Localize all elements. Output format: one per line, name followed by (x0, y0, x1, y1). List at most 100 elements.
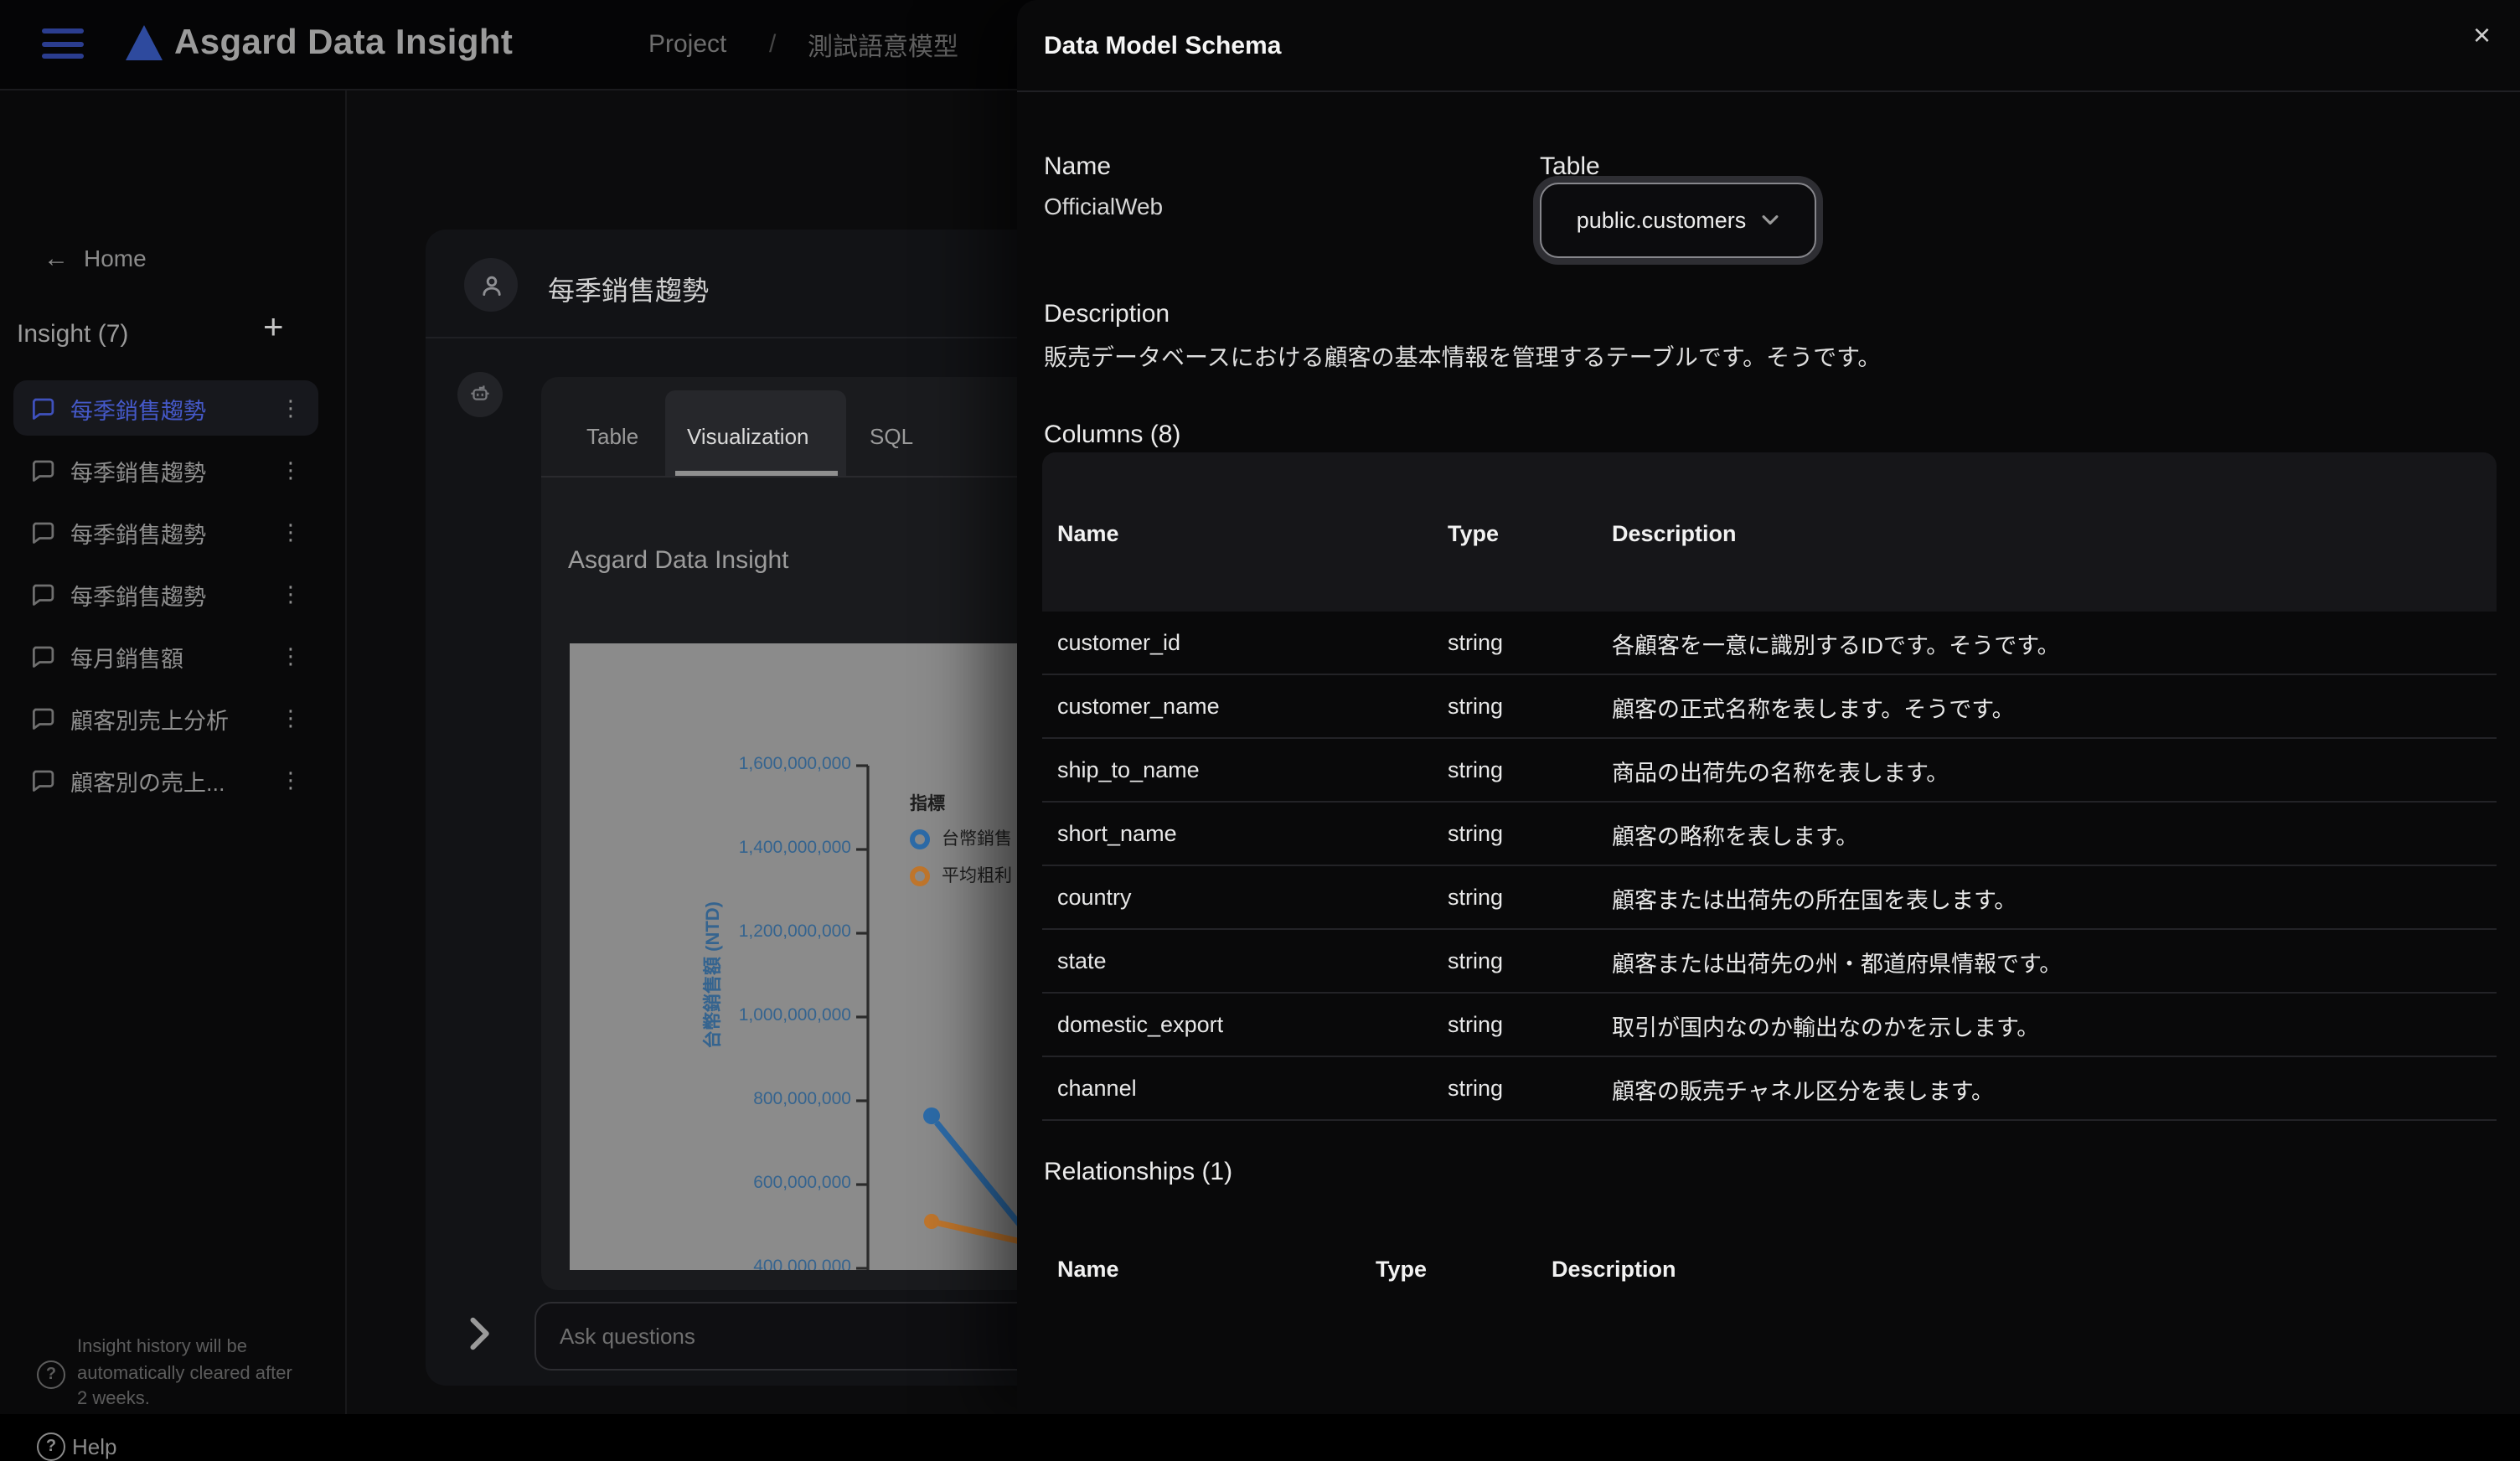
kebab-menu-icon[interactable]: ⋮ (280, 643, 302, 669)
cell-type: string (1448, 885, 1504, 910)
sidebar-item-label: 每季銷售趨勢 (70, 584, 206, 609)
active-tab-underline (675, 471, 838, 476)
table-select[interactable]: public.customers (1540, 183, 1816, 258)
chat-bubble-icon (30, 519, 55, 545)
thread-title: 每季銷售趨勢 (548, 278, 710, 307)
series-orange-point (924, 1214, 939, 1229)
name-field-value: OfficialWeb (1044, 193, 1164, 219)
legend-title: 指標 (910, 794, 945, 814)
rel-header-description: Description (1552, 1257, 1676, 1282)
legend-label: 台幣銷售 (942, 829, 1012, 849)
sidebar-item-label: 顧客別売上分析 (70, 708, 229, 733)
tab-sql[interactable]: SQL (870, 424, 913, 449)
chat-bubble-icon (30, 395, 55, 421)
cell-name: domestic_export (1057, 1012, 1224, 1037)
tab-table[interactable]: Table (586, 424, 638, 449)
sidebar-item-insight-1[interactable]: 每季銷售趨勢 ⋮ (13, 380, 318, 436)
arrow-left-icon: ← (44, 245, 69, 273)
sidebar-item-label: 顧客別の売上... (70, 770, 225, 795)
y-tick-label: 600,000,000 (753, 1173, 851, 1193)
chart-brand-caption: Asgard Data Insight (568, 546, 789, 575)
sidebar-item-insight-2[interactable]: 每季銷售趨勢 ⋮ (13, 442, 318, 498)
sidebar-item-insight-7[interactable]: 顧客別の売上... ⋮ (13, 752, 318, 808)
y-axis-title: 台幣銷售額 (NTD) (704, 901, 724, 1049)
bot-avatar (457, 372, 503, 417)
history-note: Insight history will be automatically cl… (77, 1337, 292, 1409)
app-title: Asgard Data Insight (174, 23, 514, 62)
robot-icon (471, 385, 489, 400)
sidebar-item-insight-6[interactable]: 顧客別売上分析 ⋮ (13, 690, 318, 746)
hamburger-menu-icon[interactable] (42, 28, 84, 62)
close-icon[interactable]: × (2473, 18, 2491, 54)
cell-name: state (1057, 948, 1107, 973)
cell-name: country (1057, 885, 1132, 910)
table-row: state string 顧客または出荷先の州・都道府県情報です。 (1042, 930, 2497, 994)
relationships-section-title: Relationships (1) (1044, 1158, 1233, 1186)
series-blue-point (923, 1107, 940, 1124)
column-header-name: Name (1057, 521, 1119, 546)
table-row: domestic_export string 取引が国内なのか輸出なのかを示します。 (1042, 994, 2497, 1057)
sidebar-item-label: 每月銷售額 (70, 646, 183, 671)
legend-marker-orange-icon (910, 865, 930, 885)
sidebar-item-label: 每季銷售趨勢 (70, 522, 206, 547)
cell-description: 顧客または出荷先の州・都道府県情報です。 (1612, 951, 2063, 976)
insight-section-title: Insight (7) (17, 320, 129, 348)
sidebar-item-insight-4[interactable]: 每季銷售趨勢 ⋮ (13, 566, 318, 622)
chart-legend: 指標 台幣銷售 平均粗利 (910, 791, 1012, 900)
sidebar-item-insight-5[interactable]: 每月銷售額 ⋮ (13, 628, 318, 684)
sidebar: ← Home Insight (7) + 每季銷售趨勢 ⋮ 每季銷售趨勢 ⋮ 每季… (0, 89, 347, 1461)
cell-name: customer_id (1057, 630, 1181, 655)
user-avatar (464, 258, 518, 312)
tab-visualization[interactable]: Visualization (687, 424, 809, 449)
kebab-menu-icon[interactable]: ⋮ (280, 581, 302, 607)
table-row: channel string 顧客の販売チャネル区分を表します。 (1042, 1057, 2497, 1121)
cell-type: string (1448, 757, 1504, 782)
y-tick-label: 1,400,000,000 (738, 838, 851, 858)
home-label: Home (84, 245, 147, 271)
cell-type: string (1448, 948, 1504, 973)
legend-marker-blue-icon (910, 829, 930, 849)
table-row: country string 顧客または出荷先の所在国を表します。 (1042, 866, 2497, 930)
y-tick-label: 400,000,000 (753, 1257, 851, 1270)
expand-chevron-icon[interactable] (467, 1317, 491, 1350)
legend-item: 平均粗利 (910, 863, 1012, 888)
person-icon (482, 275, 500, 296)
help-link[interactable]: Help (72, 1434, 117, 1459)
kebab-menu-icon[interactable]: ⋮ (280, 705, 302, 731)
cell-description: 各顧客を一意に識別するIDです。そうです。 (1612, 632, 2060, 658)
cell-type: string (1448, 821, 1504, 846)
add-insight-button[interactable]: + (263, 310, 284, 345)
kebab-menu-icon[interactable]: ⋮ (280, 457, 302, 483)
cell-description: 顧客の正式名称を表します。そうです。 (1612, 696, 2015, 721)
chat-bubble-icon (30, 705, 55, 730)
app-root: Asgard Data Insight Project / 測試語意模型 ← Ho… (0, 0, 2520, 1461)
y-tick-label: 1,600,000,000 (738, 754, 851, 774)
help-icon[interactable]: ? (37, 1433, 65, 1461)
column-header-type: Type (1448, 521, 1500, 546)
data-model-schema-panel: Data Model Schema × Name OfficialWeb Tab… (1017, 0, 2520, 1414)
info-icon: ? (37, 1360, 65, 1389)
chat-bubble-icon (30, 767, 55, 792)
columns-table-header: Name Type Description (1042, 452, 2497, 612)
cell-type: string (1448, 1012, 1504, 1037)
table-row: ship_to_name string 商品の出荷先の名称を表します。 (1042, 739, 2497, 803)
cell-type: string (1448, 694, 1504, 719)
cell-type: string (1448, 1076, 1504, 1101)
sidebar-item-insight-3[interactable]: 每季銷售趨勢 ⋮ (13, 504, 318, 560)
sidebar-back-home[interactable]: ← Home (44, 245, 147, 273)
breadcrumb-current: 測試語意模型 (808, 34, 959, 62)
relationships-table-header: Name Type Description (1042, 1236, 2497, 1304)
cell-name: short_name (1057, 821, 1177, 846)
column-header-description: Description (1612, 521, 1737, 546)
kebab-menu-icon[interactable]: ⋮ (280, 767, 302, 793)
breadcrumb-project[interactable]: Project (648, 30, 726, 59)
divider (1017, 90, 2520, 92)
kebab-menu-icon[interactable]: ⋮ (280, 519, 302, 545)
cell-name: channel (1057, 1076, 1137, 1101)
rel-header-name: Name (1057, 1257, 1119, 1282)
chat-bubble-icon (30, 457, 55, 483)
kebab-menu-icon[interactable]: ⋮ (280, 395, 302, 421)
cell-name: customer_name (1057, 694, 1220, 719)
table-row: short_name string 顧客の略称を表します。 (1042, 803, 2497, 866)
sidebar-item-label: 每季銷售趨勢 (70, 398, 206, 423)
